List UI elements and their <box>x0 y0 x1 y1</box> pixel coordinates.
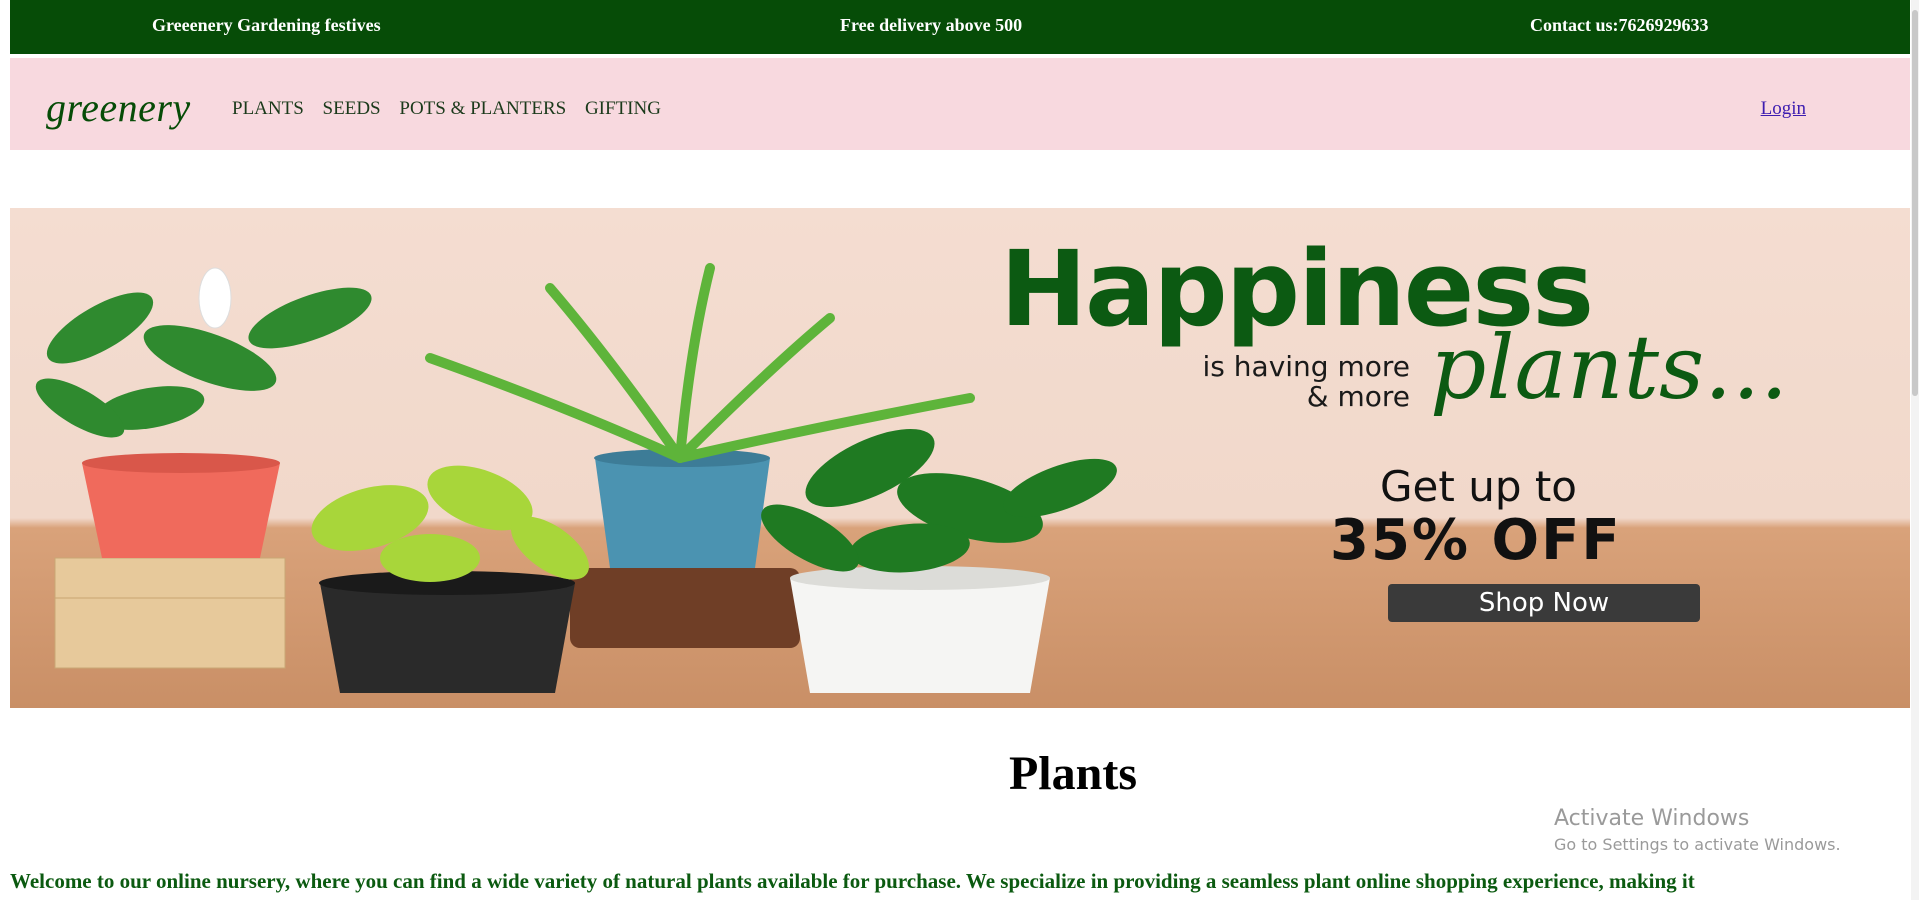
hero-tagline: is having more & more <box>1080 352 1410 412</box>
hero-offer-line2: 35% OFF <box>1330 508 1622 573</box>
hero-tagline-line1: is having more <box>1202 350 1410 383</box>
nav-link-gifting[interactable]: GIFTING <box>585 98 661 119</box>
site-logo[interactable]: greenery <box>46 84 191 131</box>
hero-script-word: plants... <box>1430 316 1789 419</box>
watermark-title: Activate Windows <box>1554 806 1750 831</box>
announcement-bar: Greeenery Gardening festives Free delive… <box>10 0 1910 54</box>
hero-offer-line1: Get up to <box>1380 462 1577 511</box>
announcement-festives: Greeenery Gardening festives <box>152 15 381 35</box>
plants-illustration <box>35 263 1117 693</box>
nav-link-seeds[interactable]: SEEDS <box>323 98 381 119</box>
activate-windows-watermark: Activate Windows Go to Settings to activ… <box>1554 806 1841 854</box>
nav-link-pots-planters[interactable]: POTS & PLANTERS <box>399 98 566 119</box>
hero-banner[interactable]: Happiness is having more & more plants..… <box>10 208 1910 708</box>
page-scrollbar[interactable] <box>1911 0 1919 900</box>
scrollbar-thumb[interactable] <box>1912 10 1918 396</box>
nav-link-plants[interactable]: PLANTS <box>232 98 304 119</box>
watermark-subtitle: Go to Settings to activate Windows. <box>1554 835 1841 854</box>
announcement-free-delivery: Free delivery above 500 <box>840 15 1023 35</box>
nav-links: PLANTS SEEDS POTS & PLANTERS GIFTING <box>232 98 675 120</box>
hero-tagline-line2: & more <box>1306 380 1410 413</box>
announcement-contact: Contact us:7626929633 <box>1530 15 1709 35</box>
section-intro: Welcome to our online nursery, where you… <box>10 869 1695 893</box>
login-link[interactable]: Login <box>1761 98 1806 120</box>
shop-now-button[interactable]: Shop Now <box>1388 584 1700 622</box>
section-title: Plants <box>1008 747 1137 800</box>
main-navbar: greenery PLANTS SEEDS POTS & PLANTERS GI… <box>10 58 1910 150</box>
